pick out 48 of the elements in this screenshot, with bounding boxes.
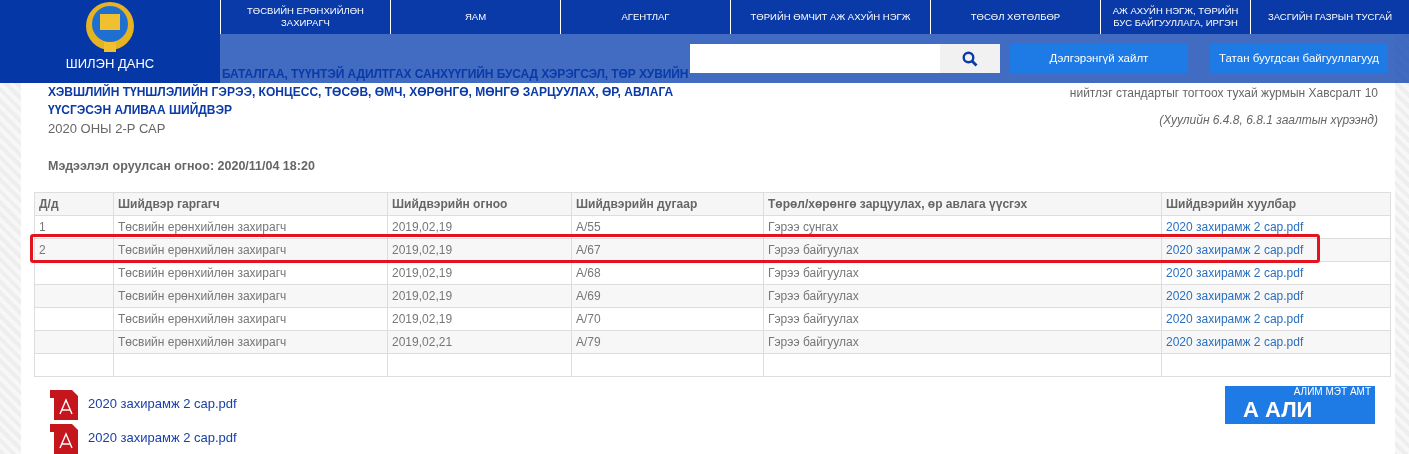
table-cell: Төсвийн ерөнхийлөн захирагч	[118, 335, 287, 349]
column-header: Шийдвэрийн дугаар	[571, 192, 764, 216]
table-cell: А/67	[576, 243, 601, 257]
column-header: Д/д	[34, 192, 114, 216]
period-label: 2020 ОНЫ 2-Р САР	[48, 120, 167, 138]
table-cell: Гэрээ байгуулах	[768, 289, 859, 303]
table-cell: 2019,02,19	[392, 289, 453, 303]
law-reference: (Хуулийн 6.4.8, 6.8.1 заалтын хүрээнд)	[1158, 112, 1378, 129]
table-cell: А/70	[576, 312, 601, 326]
table-cell: А/68	[576, 266, 601, 280]
table-cell: Төсвийн ерөнхийлөн захирагч	[118, 312, 287, 326]
page-title: БАТАЛГАА, ТҮҮНТЭЙ АДИЛТГАХ САНХҮҮГИЙН БУСАД ХЭРЭГСЭЛ, ТӨР ХУВИЙН	[222, 65, 689, 83]
table-cell: Гэрээ байгуулах	[768, 243, 859, 257]
action-button[interactable]: Дэлгэрэнгүй хайлт	[1010, 44, 1188, 73]
file-link[interactable]: 2020 захирамж 2 сар.pdf	[88, 428, 237, 448]
standard-reference: нийтлэг стандартыг тогтоох тухай журмын Хавсралт 10	[1069, 85, 1378, 102]
column-header: Шийдвэрийн огноо	[387, 192, 572, 216]
search-button[interactable]	[940, 44, 1000, 73]
promo-title: А АЛИ	[1242, 398, 1314, 422]
column-header: Шийдвэрийн хуулбар	[1161, 192, 1391, 216]
logo-caption: ШИЛЭН ДАНС	[65, 54, 155, 73]
promo-caption: АЛИМ МЭТ АМТ	[1292, 386, 1372, 398]
page-title: ХЭВШЛИЙН ТҮНШЛЭЛИЙН ГЭРЭЭ, КОНЦЕСС, ТӨСӨВ, ӨМЧ, ХӨРӨНГӨ, МӨНГӨ ЗАРЦУУЛАХ, ӨР, АВЛАГА	[48, 83, 675, 101]
table-cell: Төсвийн ерөнхийлөн захирагч	[118, 289, 287, 303]
table-cell: Төсвийн ерөнхийлөн захирагч	[118, 266, 287, 280]
table-cell: Төсвийн ерөнхийлөн захирагч	[118, 243, 287, 257]
file-link[interactable]: 2020 захирамж 2 сар.pdf	[88, 394, 237, 414]
table-cell: 2019,02,19	[392, 220, 453, 234]
table-cell: А/69	[576, 289, 601, 303]
table-cell: Гэрээ байгуулах	[768, 335, 859, 349]
update-date: Мэдээлэл оруулсан огноо: 2020/11/04 18:20	[48, 158, 315, 173]
table-cell: 1	[39, 220, 46, 234]
table-cell: А/79	[576, 335, 601, 349]
column-header: Төрөл/хөрөнгө зарцуулах, өр авлага үүсгэх	[763, 192, 1162, 216]
table-cell: А/55	[576, 220, 601, 234]
table-cell: 2019,02,19	[392, 266, 453, 280]
column-header: Шийдвэр гаргагч	[113, 192, 388, 216]
table-cell: Гэрээ байгуулах	[768, 312, 859, 326]
action-button[interactable]: Татан буугдсан байгууллагууд	[1210, 44, 1388, 73]
table-cell: 2019,02,19	[392, 312, 453, 326]
table-cell: 2019,02,19	[392, 243, 453, 257]
table-cell: 2	[39, 243, 46, 257]
table-cell: Төсвийн ерөнхийлөн захирагч	[118, 220, 287, 234]
table-cell: Гэрээ сунгах	[768, 220, 839, 234]
table-cell: 2019,02,21	[392, 335, 453, 349]
search-icon	[962, 50, 978, 67]
page-title: ҮҮСГЭСЭН АЛИВАА ШИЙДВЭР	[48, 101, 234, 119]
table-cell: Гэрээ байгуулах	[768, 266, 859, 280]
